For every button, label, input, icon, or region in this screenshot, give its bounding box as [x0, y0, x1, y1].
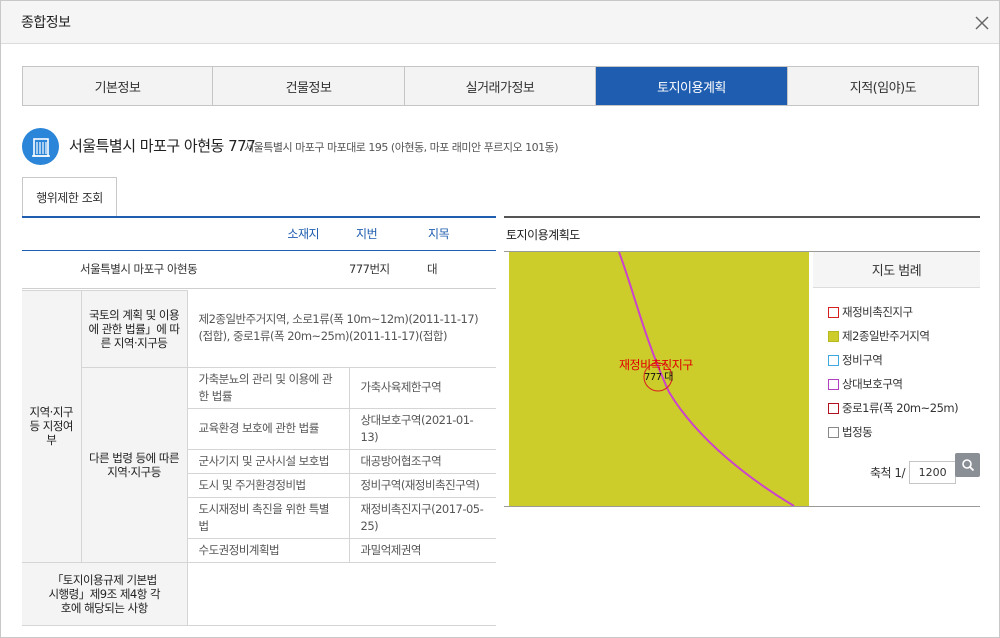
law-name: 가축분뇨의 관리 및 이용에 관한 법률 [187, 367, 350, 409]
lot-number-value: 777번지 [349, 250, 420, 289]
legend-label: 상대보호구역 [842, 377, 903, 391]
parcel-label: 777 대 [644, 371, 673, 383]
legend-swatch [828, 402, 839, 414]
national-law-value: 제2종일반주거지역, 소로1류(폭 10m~12m)(2011-11-17)(접… [187, 290, 497, 368]
legend-item: 정비구역 [828, 348, 958, 372]
tab-building-info[interactable]: 건물정보 [213, 67, 405, 105]
map-canvas: 재정비촉진지구 777 대 [618, 252, 795, 506]
legend-label: 재정비촉진지구 [842, 305, 913, 319]
enforcement-value [187, 562, 497, 626]
restriction-lookup-button[interactable]: 행위제한 조회 [22, 177, 117, 216]
law-value: 재정비촉진지구(2017-05-25) [349, 497, 497, 539]
tab-land-use-plan[interactable]: 토지이용계획 [596, 67, 788, 105]
legend-item: 법정동 [828, 420, 958, 444]
legend-item: 제2종일반주거지역 [828, 324, 958, 348]
legend-item: 상대보호구역 [828, 372, 958, 396]
table-row: 「토지이용규제 기본법 시행령」제9조 제4항 각호에 해당되는 사항 [22, 561, 497, 626]
dialog-title: 종합정보 [21, 15, 71, 31]
lot-address: 서울특별시 마포구 아현동 777 [69, 137, 256, 155]
national-law-label: 국토의 계획 및 이용에 관한 법률」에 따른 지역·지구등 [81, 289, 188, 368]
legend-list: 재정비촉진지구 제2종일반주거지역 정비구역 상대보호구역 중로1류(폭 20m… [828, 300, 959, 444]
scale-label: 축척 1/ [870, 466, 906, 480]
legend-label: 법정동 [842, 425, 873, 439]
law-name: 수도권정비계획법 [187, 538, 350, 563]
map-title: 토지이용계획도 [506, 228, 580, 242]
legend-swatch [828, 378, 839, 390]
legend-title: 지도 범례 [813, 252, 980, 288]
map-bottom-line [504, 506, 980, 507]
table-row: 서울특별시 마포구 아현동 777번지 대 [22, 250, 497, 289]
land-use-map[interactable]: 재정비촉진지구 777 대 [509, 252, 809, 506]
header-lot-number: 지번 [349, 216, 420, 251]
legend-item: 재정비촉진지구 [828, 300, 958, 324]
close-icon[interactable] [973, 14, 991, 32]
road-address: 서울특별시 마포구 마포대로 195 (아현동, 마포 래미안 푸르지오 101… [244, 141, 559, 154]
location-value: 서울특별시 마포구 아현동 [22, 250, 350, 289]
legend-swatch [828, 354, 839, 366]
law-value: 가축사육제한구역 [349, 367, 497, 409]
zone-label: 재정비촉진지구 [619, 358, 693, 372]
legend-label: 중로1류(폭 20m~25m) [842, 401, 959, 415]
building-icon [22, 128, 59, 165]
map-header: 토지이용계획도 [504, 216, 980, 252]
land-info-table: 소재지 지번 지목 서울특별시 마포구 아현동 777번지 대 지역·지구등 지… [22, 216, 497, 626]
tab-basic-info[interactable]: 기본정보 [23, 67, 213, 105]
tab-transaction-price[interactable]: 실거래가정보 [405, 67, 596, 105]
legend-swatch [828, 330, 839, 342]
law-name: 도시재정비 촉진을 위한 특별법 [187, 497, 350, 539]
table-row: 다른 법령 등에 따른 지역·지구등 가축분뇨의 관리 및 이용에 관한 법률 … [22, 366, 497, 563]
legend-label: 정비구역 [842, 353, 883, 367]
header-location: 소재지 [22, 216, 350, 251]
law-name: 군사기지 및 군사시설 보호법 [187, 449, 350, 474]
law-name: 도시 및 주거환경정비법 [187, 473, 350, 498]
header-land-category: 지목 [419, 216, 497, 251]
law-value: 상대보호구역(2021-01-13) [349, 408, 497, 450]
scale-input[interactable] [909, 461, 957, 484]
table-header-row: 소재지 지번 지목 [22, 216, 497, 251]
zoning-group-label: 지역·지구등 지정여부 [22, 289, 82, 562]
legend-label: 제2종일반주거지역 [842, 329, 930, 343]
tab-bar: 기본정보 건물정보 실거래가정보 토지이용계획 지적(임야)도 [22, 66, 979, 106]
dialog-window: 종합정보 기본정보 건물정보 실거래가정보 토지이용계획 지적(임야)도 서울특… [0, 0, 1000, 638]
legend-swatch [828, 306, 839, 318]
tab-cadastral-map[interactable]: 지적(임야)도 [788, 67, 978, 105]
law-value: 대공방어협조구역 [349, 449, 497, 474]
scale-control: 축척 1/ [870, 461, 957, 484]
law-name: 교육환경 보호에 관한 법률 [187, 408, 350, 450]
law-value: 과밀억제권역 [349, 538, 497, 563]
table-row: 지역·지구등 지정여부 국토의 계획 및 이용에 관한 법률」에 따른 지역·지… [22, 289, 497, 562]
scale-search-button[interactable] [955, 453, 980, 477]
legend-item: 중로1류(폭 20m~25m) [828, 396, 959, 420]
legend-swatch [828, 426, 839, 438]
enforcement-label: 「토지이용규제 기본법 시행령」제9조 제4항 각호에 해당되는 사항 [22, 561, 188, 626]
other-law-label: 다른 법령 등에 따른 지역·지구등 [81, 366, 188, 563]
law-value: 정비구역(재정비촉진구역) [349, 473, 497, 498]
dialog-titlebar: 종합정보 [1, 1, 999, 44]
land-category-value: 대 [419, 250, 497, 289]
search-icon [961, 459, 974, 472]
